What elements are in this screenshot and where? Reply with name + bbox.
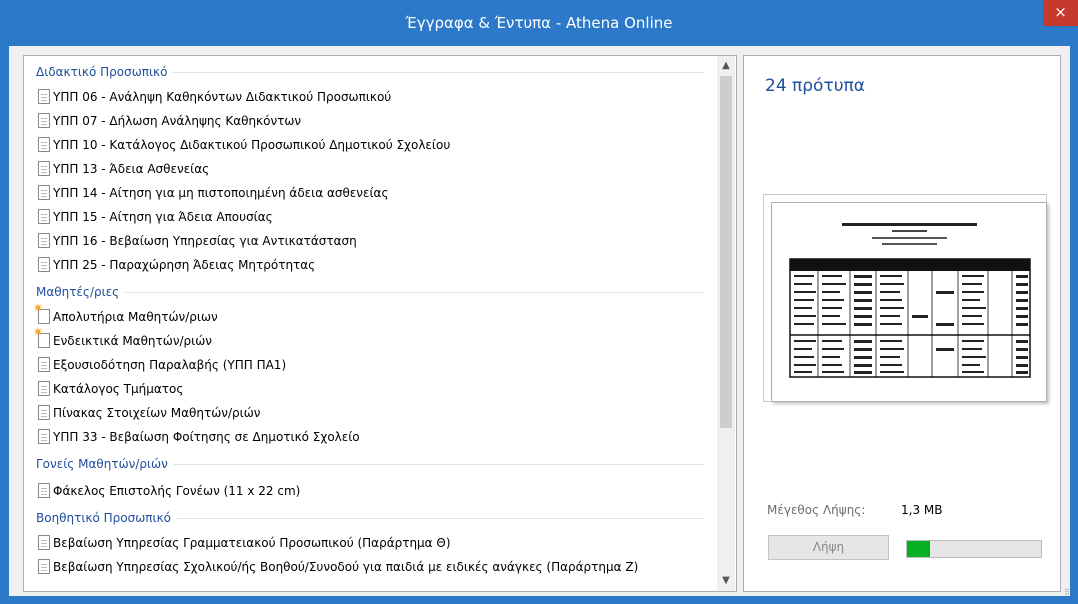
scroll-thumb[interactable]	[720, 76, 732, 428]
document-icon	[38, 161, 50, 176]
group-header-parents: Γονείς Μαθητών/ριών	[36, 453, 704, 475]
list-item[interactable]: Εξουσιοδότηση Παραλαβής (ΥΠΠ ΠΑ1)	[38, 353, 286, 377]
document-icon	[38, 137, 50, 152]
list-item[interactable]: Βεβαίωση Υπηρεσίας Σχολικού/ής Βοηθού/Συ…	[38, 555, 638, 579]
new-document-icon	[33, 326, 50, 348]
template-count: 24 πρότυπα	[765, 76, 865, 96]
group-header-students: Μαθητές/ριες	[36, 281, 704, 303]
document-icon	[38, 357, 50, 372]
document-icon	[38, 209, 50, 224]
document-icon	[38, 483, 50, 498]
list-item[interactable]: ΥΠΠ 16 - Βεβαίωση Υπηρεσίας για Αντικατά…	[38, 229, 357, 253]
list-item[interactable]: ΥΠΠ 15 - Αίτηση για Άδεια Απουσίας	[38, 205, 273, 229]
document-icon	[38, 381, 50, 396]
document-icon	[38, 257, 50, 272]
templates-list[interactable]: Διδακτικό Προσωπικό ΥΠΠ 06 - Ανάληψη Καθ…	[23, 55, 737, 592]
list-item[interactable]: ΥΠΠ 25 - Παραχώρηση Άδειας Μητρότητας	[38, 253, 315, 277]
group-header-teaching-staff: Διδακτικό Προσωπικό	[36, 61, 704, 83]
download-button[interactable]: Λήψη	[768, 535, 889, 560]
title-bar: Έγγραφα & Έντυπα - Athena Online ×	[0, 0, 1078, 46]
list-item[interactable]: Φάκελος Επιστολής Γονέων (11 x 22 cm)	[38, 479, 300, 503]
scroll-down-arrow-icon[interactable]: ▼	[717, 573, 735, 589]
document-preview-thumbnail	[771, 202, 1047, 402]
list-item[interactable]: ΥΠΠ 06 - Ανάληψη Καθηκόντων Διδακτικού Π…	[38, 85, 391, 109]
download-size-label: Μέγεθος Λήψης:	[767, 503, 866, 517]
vertical-scrollbar[interactable]: ▲ ▼	[717, 56, 735, 591]
download-progress-bar	[906, 540, 1042, 558]
list-item[interactable]: ΥΠΠ 07 - Δήλωση Ανάληψης Καθηκόντων	[38, 109, 301, 133]
document-icon	[38, 113, 50, 128]
list-item[interactable]: Κατάλογος Τμήματος	[38, 377, 183, 401]
list-item[interactable]: Βεβαίωση Υπηρεσίας Γραμματειακού Προσωπι…	[38, 531, 451, 555]
list-item[interactable]: ΥΠΠ 33 - Βεβαίωση Φοίτησης σε Δημοτικό Σ…	[38, 425, 360, 449]
document-icon	[38, 429, 50, 444]
progress-fill	[907, 541, 930, 557]
list-item[interactable]: ΥΠΠ 10 - Κατάλογος Διδακτικού Προσωπικού…	[38, 133, 450, 157]
document-icon	[38, 559, 50, 574]
document-icon	[38, 185, 50, 200]
list-item[interactable]: Ενδεικτικά Μαθητών/ριών	[33, 326, 212, 353]
list-item[interactable]: ΥΠΠ 14 - Αίτηση για μη πιστοποιημένη άδε…	[38, 181, 389, 205]
preview-panel: 24 πρότυπα Μέγεθος Λήψης: 1,3 MB Λήψη	[743, 55, 1061, 592]
document-icon	[38, 535, 50, 550]
window-title: Έγγραφα & Έντυπα - Athena Online	[405, 14, 673, 32]
document-icon	[38, 233, 50, 248]
scroll-up-arrow-icon[interactable]: ▲	[717, 58, 735, 74]
new-document-icon	[33, 302, 50, 324]
resize-grip-icon[interactable]: ⠿	[1064, 588, 1072, 597]
document-icon	[38, 405, 50, 420]
list-item[interactable]: ΥΠΠ 13 - Άδεια Ασθενείας	[38, 157, 209, 181]
group-header-auxiliary-staff: Βοηθητικό Προσωπικό	[36, 507, 704, 529]
list-item[interactable]: Απολυτήρια Μαθητών/ριων	[33, 302, 218, 329]
list-item[interactable]: Πίνακας Στοιχείων Μαθητών/ριών	[38, 401, 260, 425]
table-document-preview-image	[789, 223, 1031, 378]
document-icon	[38, 89, 50, 104]
close-button[interactable]: ×	[1043, 0, 1078, 26]
download-size-value: 1,3 MB	[901, 503, 943, 517]
